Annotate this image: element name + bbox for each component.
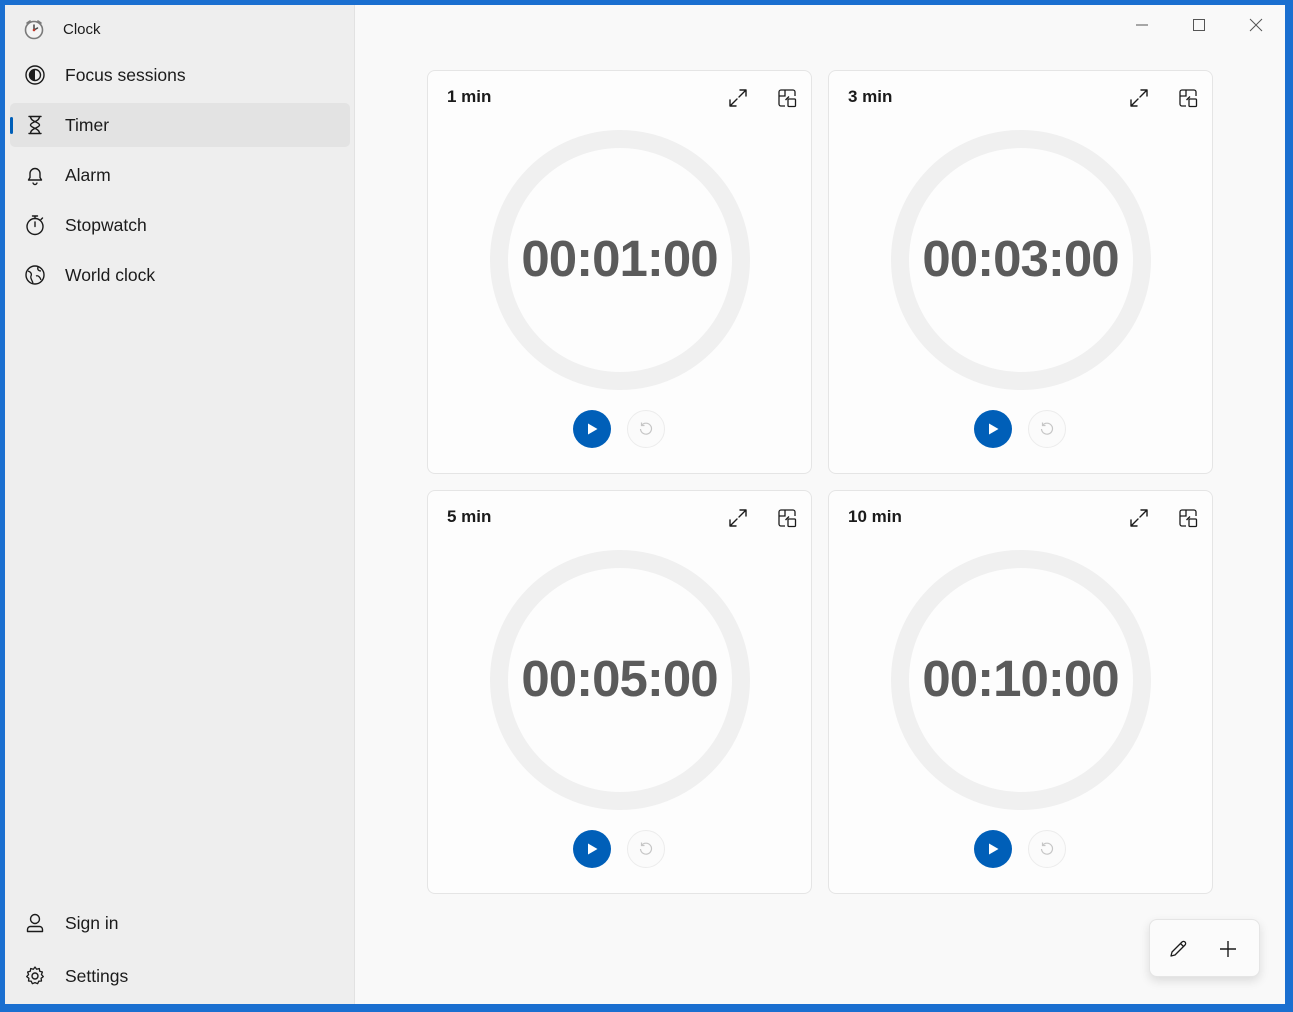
pencil-icon xyxy=(1170,940,1187,957)
timer-display: 00:01:00 xyxy=(521,230,718,287)
timer-card[interactable]: 5 min 00:05:00 xyxy=(427,490,812,894)
sidebar-item-label: Alarm xyxy=(65,164,111,185)
timer-display: 00:03:00 xyxy=(922,230,1119,287)
sidebar-item-stopwatch[interactable]: Stopwatch xyxy=(10,203,350,247)
expand-icon xyxy=(729,89,747,107)
maximize-icon xyxy=(1193,19,1205,31)
keep-on-top-icon xyxy=(778,89,797,108)
expand-button[interactable] xyxy=(1121,501,1157,535)
maximize-button[interactable] xyxy=(1171,5,1227,45)
timer-display: 00:05:00 xyxy=(521,650,718,707)
reset-icon xyxy=(1040,422,1054,435)
minimize-button[interactable] xyxy=(1114,5,1170,45)
expand-icon xyxy=(729,509,747,527)
sidebar-item-label: Settings xyxy=(65,965,129,986)
reset-button[interactable] xyxy=(627,830,665,868)
keep-on-top-button[interactable] xyxy=(769,501,805,535)
focus-icon xyxy=(25,65,45,85)
expand-button[interactable] xyxy=(720,501,756,535)
sidebar-item-label: Focus sessions xyxy=(65,64,186,85)
expand-button[interactable] xyxy=(1121,81,1157,115)
main-content: 1 min 00:01:00 3 min 00:03:00 5 min 00:0… xyxy=(356,5,1285,1004)
close-button[interactable] xyxy=(1228,5,1284,45)
sidebar-item-sign-in[interactable]: Sign in xyxy=(10,901,350,945)
minimize-icon xyxy=(1136,24,1148,26)
timer-card[interactable]: 3 min 00:03:00 xyxy=(828,70,1213,474)
expand-icon xyxy=(1130,89,1148,107)
keep-on-top-button[interactable] xyxy=(1170,501,1206,535)
sidebar-item-timer[interactable]: Timer xyxy=(10,103,350,147)
play-button[interactable] xyxy=(974,830,1012,868)
timer-action-bar xyxy=(1149,919,1260,977)
stopwatch-icon xyxy=(26,215,44,236)
edit-timers-button[interactable] xyxy=(1158,929,1198,969)
sidebar-item-world-clock[interactable]: World clock xyxy=(10,253,350,297)
selection-indicator xyxy=(10,117,13,134)
timer-name: 1 min xyxy=(447,87,492,106)
sidebar-item-focus-sessions[interactable]: Focus sessions xyxy=(10,53,350,97)
play-button[interactable] xyxy=(974,410,1012,448)
expand-button[interactable] xyxy=(720,81,756,115)
sidebar-item-label: World clock xyxy=(65,264,156,285)
close-icon xyxy=(1249,18,1263,32)
reset-icon xyxy=(1040,842,1054,855)
play-icon xyxy=(989,423,999,435)
sidebar-item-alarm[interactable]: Alarm xyxy=(10,153,350,197)
hourglass-icon xyxy=(28,115,42,135)
plus-icon xyxy=(1220,941,1236,957)
clock-window: Clock Focus sessions Timer Alarm Stopwat… xyxy=(5,5,1285,1004)
keep-on-top-button[interactable] xyxy=(1170,81,1206,115)
add-timer-button[interactable] xyxy=(1208,929,1248,969)
reset-button[interactable] xyxy=(627,410,665,448)
timer-card[interactable]: 10 min 00:10:00 xyxy=(828,490,1213,894)
reset-button[interactable] xyxy=(1028,410,1066,448)
play-button[interactable] xyxy=(573,830,611,868)
play-button[interactable] xyxy=(573,410,611,448)
sidebar-item-label: Stopwatch xyxy=(65,214,147,235)
keep-on-top-icon xyxy=(1179,509,1198,528)
sidebar-item-label: Timer xyxy=(65,114,110,135)
app-title-bar: Clock xyxy=(23,17,101,41)
timer-name: 5 min xyxy=(447,507,492,526)
keep-on-top-icon xyxy=(1179,89,1198,108)
timer-name: 3 min xyxy=(848,87,893,106)
reset-icon xyxy=(639,842,653,855)
bell-icon xyxy=(27,167,43,186)
person-icon xyxy=(26,913,44,933)
reset-icon xyxy=(639,422,653,435)
keep-on-top-button[interactable] xyxy=(769,81,805,115)
gear-icon xyxy=(26,966,44,985)
sidebar: Clock Focus sessions Timer Alarm Stopwat… xyxy=(5,5,355,1004)
globe-icon xyxy=(25,265,45,285)
timer-card[interactable]: 1 min 00:01:00 xyxy=(427,70,812,474)
sidebar-item-label: Sign in xyxy=(65,912,119,933)
expand-icon xyxy=(1130,509,1148,527)
sidebar-item-settings[interactable]: Settings xyxy=(10,954,350,998)
timer-display: 00:10:00 xyxy=(922,650,1119,707)
timer-name: 10 min xyxy=(848,507,902,526)
clock-app-icon xyxy=(24,20,44,40)
reset-button[interactable] xyxy=(1028,830,1066,868)
keep-on-top-icon xyxy=(778,509,797,528)
app-title: Clock xyxy=(63,20,101,38)
play-icon xyxy=(588,843,598,855)
play-icon xyxy=(588,423,598,435)
play-icon xyxy=(989,843,999,855)
